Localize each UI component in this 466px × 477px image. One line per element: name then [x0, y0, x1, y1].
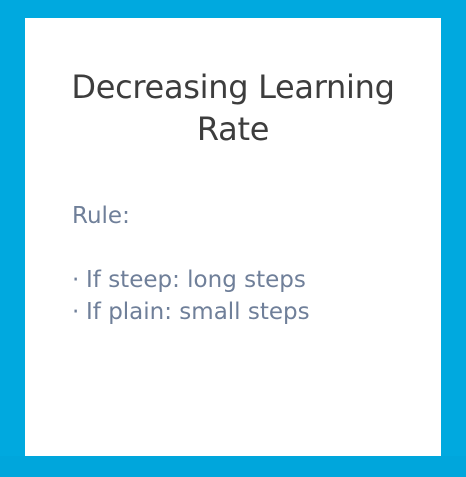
slide-title-line-2: Rate	[196, 110, 270, 148]
slide-title-line-1: Decreasing Learning	[71, 68, 395, 106]
rule-list: · If steep: long steps · If plain: small s…	[72, 264, 432, 328]
slide-title: Decreasing Learning Rate	[25, 66, 441, 150]
background-strip	[0, 456, 466, 477]
bullet-marker: ·	[72, 267, 80, 293]
rule-label: Rule:	[72, 203, 130, 229]
list-item: · If plain: small steps	[72, 296, 432, 328]
slide-card: Decreasing Learning Rate Rule: · If steep:…	[25, 18, 441, 456]
bullet-text: If steep: long steps	[86, 267, 306, 293]
bullet-text: If plain: small steps	[86, 299, 310, 325]
bullet-marker: ·	[72, 299, 80, 325]
list-item: · If steep: long steps	[72, 264, 432, 296]
slide-body: Rule: · If steep: long steps · If plain: s…	[72, 200, 432, 328]
